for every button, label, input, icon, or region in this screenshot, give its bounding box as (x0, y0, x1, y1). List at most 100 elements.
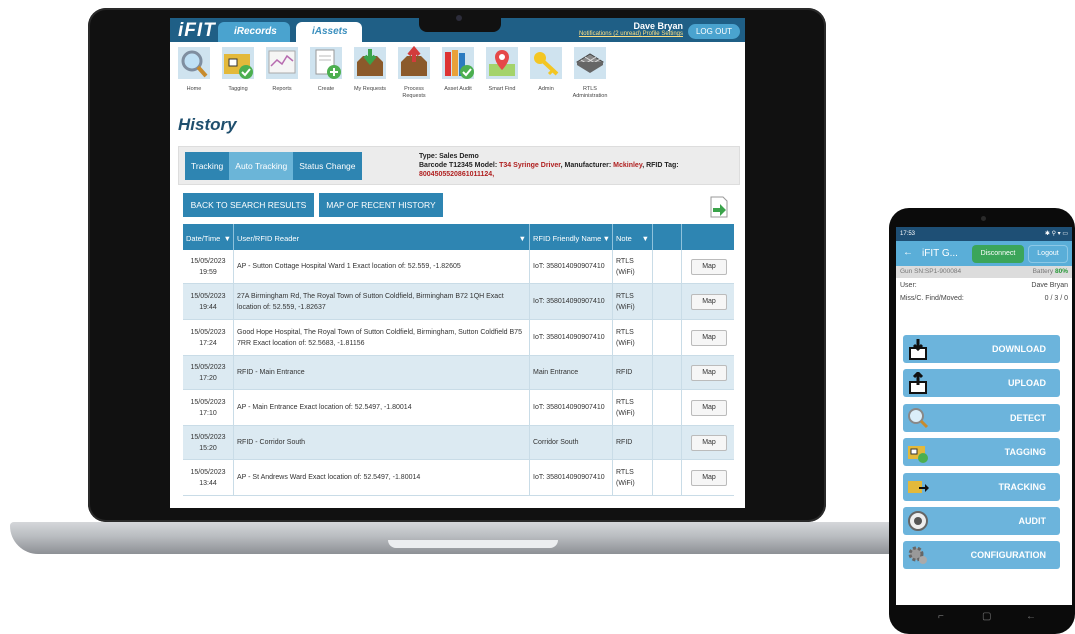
map-button[interactable]: Map (691, 399, 727, 416)
map-pin-icon (485, 46, 519, 82)
phone-device: 17:53 ✱ ⚲ ▾ ▭ ← iFIT G... Disconnect Log… (889, 208, 1075, 634)
phone-app-title: iFIT G... (922, 248, 958, 259)
cell-map: Map (682, 390, 734, 425)
cell-reader: AP - St Andrews Ward Exact location of: … (234, 460, 530, 495)
cell-reader: Good Hope Hospital, The Royal Town of Su… (234, 320, 530, 355)
recents-icon[interactable]: ⌐ (938, 611, 944, 622)
disconnect-button[interactable]: Disconnect (972, 245, 1024, 263)
col-note[interactable]: Note ▼ (613, 224, 653, 250)
phone-status-bar: 17:53 ✱ ⚲ ▾ ▭ (896, 227, 1072, 241)
cell-friendly-name: IoT: 358014090907410 (530, 250, 613, 283)
history-table: Date/Time ▼ User/RFID Reader ▼ RFID Frien… (183, 224, 734, 496)
toolbar-admin[interactable]: Admin (526, 46, 566, 93)
page-title: History (178, 115, 237, 134)
back-arrow-icon[interactable]: ← (903, 247, 913, 258)
table-row: 15/05/2023 19:59 AP - Sutton Cottage Hospi… (183, 250, 734, 284)
map-button[interactable]: Map (691, 434, 727, 451)
cell-map: Map (682, 250, 734, 283)
export-icon[interactable] (710, 196, 728, 218)
toolbar-create[interactable]: Create (306, 46, 346, 93)
user-name: Dave Bryan (633, 21, 683, 31)
phone-button-label: TRACKING (998, 481, 1047, 492)
tab-tracking[interactable]: Tracking (185, 152, 230, 180)
cell-note: RFID (613, 356, 653, 389)
cell-map: Map (682, 460, 734, 495)
col-blank (653, 224, 682, 250)
map-button[interactable]: Map (691, 364, 727, 381)
cell-friendly-name: Corridor South (530, 426, 613, 459)
cell-reader: RFID - Corridor South (234, 426, 530, 459)
laptop-screen: iFIT iRecords iAssets Dave Bryan Notific… (170, 18, 745, 508)
status-time: 17:53 (900, 231, 916, 237)
miss-find-moved-value: 0 / 3 / 0 (1044, 295, 1068, 302)
phone-logout-button[interactable]: Logout (1028, 245, 1068, 263)
cell-datetime: 15/05/2023 13:44 (183, 460, 234, 495)
tab-status-change[interactable]: Status Change (293, 152, 362, 180)
phone-camera (981, 216, 986, 221)
toolbar-smart-find[interactable]: Smart Find (482, 46, 522, 93)
grid-icon (573, 46, 607, 82)
phone-tracking-button[interactable]: TRACKING (903, 472, 1060, 501)
gun-info-bar: Gun SN:SP1-900084 Battery 80% (896, 266, 1072, 278)
table-row: 15/05/2023 19:44 27A Birmingham Rd, The Ro… (183, 284, 734, 320)
laptop-hinge-cutout (388, 540, 558, 548)
toolbar-my-requests[interactable]: My Requests (350, 46, 390, 93)
table-row: 15/05/2023 13:44 AP - St Andrews Ward Exac… (183, 460, 734, 496)
phone-audit-button[interactable]: AUDIT (903, 507, 1060, 535)
cell-time: 19:59 (199, 268, 217, 276)
toolbar-process-requests[interactable]: Process Requests (394, 45, 434, 100)
cell-datetime: 15/05/2023 19:44 (183, 284, 234, 319)
toolbar-rtls-administration[interactable]: RTLS Administration (570, 46, 610, 100)
cell-note: RFID (613, 426, 653, 459)
phone-button-label: DOWNLOAD (992, 344, 1046, 354)
cell-blank (653, 320, 682, 355)
map-button[interactable]: Map (691, 258, 727, 275)
phone-configuration-button[interactable]: CONFIGURATION (903, 541, 1060, 570)
map-button[interactable]: Map (691, 293, 727, 310)
configuration-icon (907, 544, 929, 566)
tab-irecords[interactable]: iRecords (218, 22, 290, 42)
table-row: 15/05/2023 17:24 Good Hope Hospital, The R… (183, 320, 734, 356)
asset-meta: Type: Sales Demo Barcode T12345 Model: T… (419, 153, 679, 178)
logout-button[interactable]: LOG OUT (688, 24, 740, 39)
history-controls-panel: Tracking Auto Tracking Status Change Typ… (178, 146, 740, 185)
tag-folder-icon (221, 46, 255, 82)
back-icon[interactable]: ← (1026, 611, 1036, 622)
col-datetime[interactable]: Date/Time ▼ (183, 224, 234, 250)
download-icon (907, 338, 929, 360)
notifications-link[interactable]: Notifications (2 unread) (579, 31, 641, 37)
home-icon[interactable]: ▢ (982, 611, 991, 622)
cell-datetime: 15/05/2023 15:20 (183, 426, 234, 459)
phone-app-bar: ← iFIT G... Disconnect Logout (896, 241, 1072, 266)
cell-friendly-name: IoT: 358014090907410 (530, 284, 613, 319)
cell-blank (653, 250, 682, 283)
toolbar-home[interactable]: Home (174, 46, 214, 93)
toolbar-asset-audit[interactable]: Asset Audit (438, 46, 478, 93)
map-button[interactable]: Map (691, 469, 727, 486)
magnifier-icon (177, 46, 211, 82)
cell-friendly-name: IoT: 358014090907410 (530, 460, 613, 495)
cell-time: 17:10 (199, 409, 217, 417)
table-row: 15/05/2023 17:10 AP - Main Entrance Exact … (183, 390, 734, 426)
col-friendly-name[interactable]: RFID Friendly Name ▼ (530, 224, 613, 250)
phone-detect-button[interactable]: DETECT (903, 403, 1060, 432)
cell-date: 15/05/2023 (190, 257, 226, 265)
map-recent-history-button[interactable]: MAP OF RECENT HISTORY (319, 193, 443, 217)
back-to-search-button[interactable]: BACK TO SEARCH RESULTS (183, 193, 314, 217)
create-doc-icon (309, 46, 343, 82)
cell-time: 13:44 (199, 479, 217, 487)
tab-auto-tracking[interactable]: Auto Tracking (229, 152, 294, 180)
phone-tagging-button[interactable]: TAGGING (903, 438, 1060, 467)
col-reader[interactable]: User/RFID Reader ▼ (234, 224, 530, 250)
ifit-logo: iFIT (178, 20, 216, 41)
phone-upload-button[interactable]: UPLOAD (903, 369, 1060, 398)
tagging-icon (907, 441, 929, 464)
toolbar-reports[interactable]: Reports (262, 46, 302, 93)
tab-iassets[interactable]: iAssets (296, 22, 362, 42)
profile-settings-link[interactable]: Profile Settings (643, 31, 683, 37)
cell-time: 19:44 (199, 303, 217, 311)
phone-download-button[interactable]: DOWNLOAD (903, 335, 1060, 363)
toolbar-tagging[interactable]: Tagging (218, 46, 258, 93)
cell-friendly-name: IoT: 358014090907410 (530, 390, 613, 425)
map-button[interactable]: Map (691, 329, 727, 346)
